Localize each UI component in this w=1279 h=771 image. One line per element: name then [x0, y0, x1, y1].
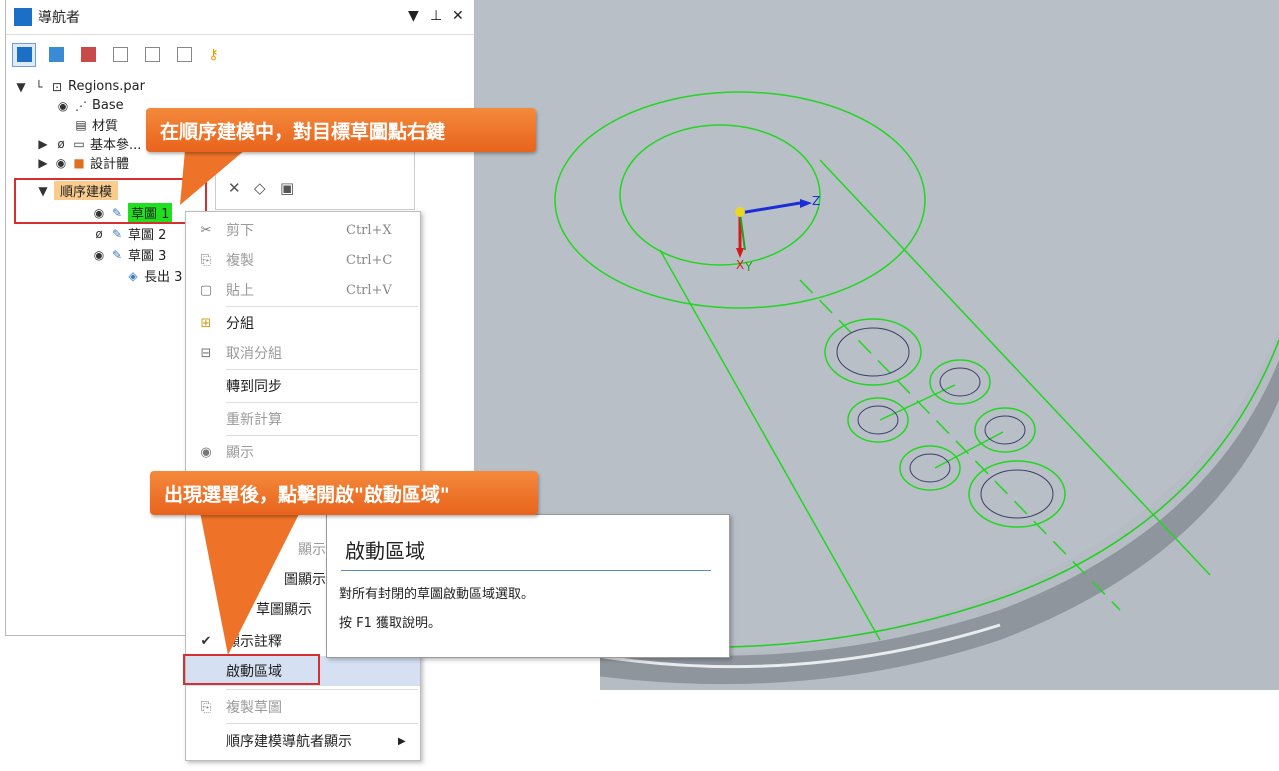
callout-bottom: 出現選單後，點擊開啟"啟動區域"	[150, 471, 538, 515]
callout-top: 在順序建模中，對目標草圖點右鍵	[146, 108, 536, 152]
